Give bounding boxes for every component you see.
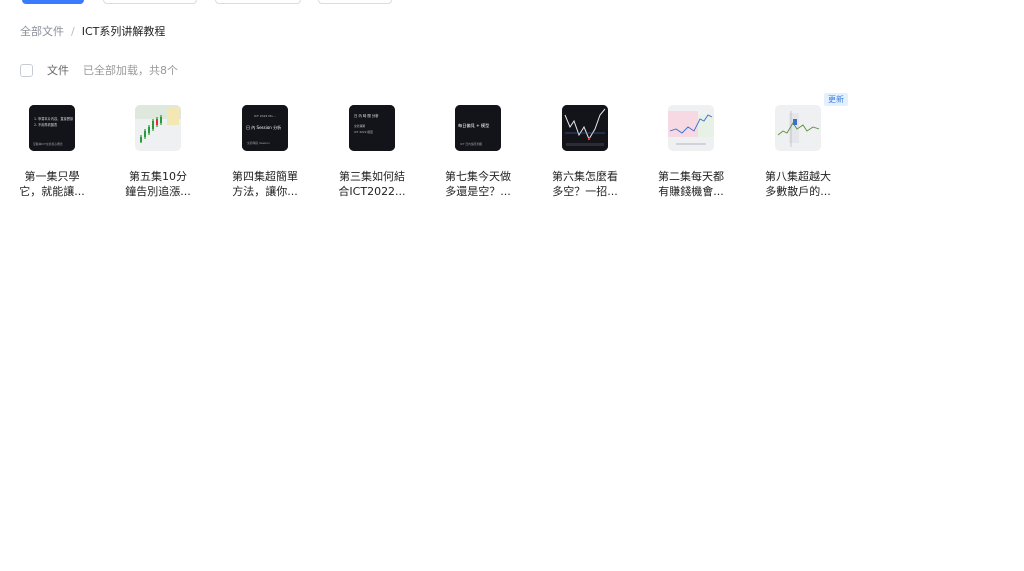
file-name: 第三集如何結 合ICT2022... [326,169,418,199]
file-name: 第八集超越大 多數散戶的... [752,169,844,199]
file-name-line: 有賺錢機會... [658,185,724,198]
file-name-line: 第二集每天都 [658,170,724,183]
thumb-text-line: ICT 2022 Mo… [254,114,276,118]
file-name-line: 它，就能讓... [19,185,85,198]
file-name: 第二集每天都 有賺錢機會... [645,169,737,199]
video-thumbnail [668,105,714,151]
thumb-text-line: 2. 不用再看圖表 [34,122,58,127]
file-name: 第一集只學 它，就能讓... [6,169,98,199]
list-header: 文件 已全部加载，共8个 [20,62,178,78]
video-thumbnail: 日 內 時 間 分析 交易策略 ICT 2022 模型 [349,105,395,151]
video-thumbnail [135,105,181,151]
breadcrumb-separator: / [71,24,75,38]
file-name-line: 第四集超簡單 [232,170,298,183]
thumb-text-line: 交易時段 Session [247,141,270,145]
file-name-line: 第一集只學 [24,170,80,183]
file-name: 第六集怎麼看 多空？一招... [539,169,631,199]
file-name-line: 鐘告別追漲... [125,185,191,198]
video-thumbnail: 每日偏見 + 模型 ICT 日內偏見判斷 [455,105,501,151]
file-name-line: 第八集超越大 [765,170,831,183]
thumb-text-line: 交易策略 [354,124,365,128]
video-thumbnail [775,105,821,151]
file-name-line: 多數散戶的... [765,185,831,198]
file-browser-page: 全部文件 / ICT系列讲解教程 文件 已全部加载，共8个 1. 學習本片內容，… [0,0,1024,571]
select-all-checkbox[interactable] [20,63,33,77]
breadcrumb-root-link[interactable]: 全部文件 [20,23,64,39]
file-item[interactable]: ICT 2022 Mo… 日 內 Session 分析 交易時段 Session… [215,93,315,208]
file-name: 第五集10分 鐘告別追漲... [112,169,204,199]
file-name-line: 合ICT2022... [338,185,406,198]
file-item[interactable]: 每日偏見 + 模型 ICT 日內偏見判斷 第七集今天做 多還是空？... [428,93,528,208]
video-thumbnail: 1. 學習本片內容，直接實操 2. 不用再看圖表 掌握本ICT交易核心概念 [29,105,75,151]
file-name: 第七集今天做 多還是空？... [432,169,524,199]
thumb-text-line: 掌握本ICT交易核心概念 [33,142,63,146]
breadcrumb-current-folder: ICT系列讲解教程 [81,25,166,38]
load-status-text: 已全部加载，共8个 [83,64,178,77]
file-grid: 1. 學習本片內容，直接實操 2. 不用再看圖表 掌握本ICT交易核心概念 第一… [0,93,1024,213]
file-name: 第四集超簡單 方法，讓你... [219,169,311,199]
thumb-text-line: 日 內 Session 分析 [246,124,281,130]
column-file-label: 文件 [47,64,69,77]
file-item[interactable]: 日 內 時 間 分析 交易策略 ICT 2022 模型 第三集如何結 合ICT2… [322,93,422,208]
thumb-text-line: 1. 學習本片內容，直接實操 [34,116,74,121]
thumb-text-line: ICT 日內偏見判斷 [460,142,482,146]
thumb-text-line: 日 內 時 間 分析 [354,113,379,118]
file-name-line: 多空？一招... [552,185,618,198]
file-name-line: 第五集10分 [129,170,187,183]
file-item[interactable]: 更新 第八集超越大 多數散戶的... [748,93,848,208]
top-tab-3[interactable] [215,0,301,4]
top-tab-active[interactable] [22,0,84,4]
video-thumbnail: ICT 2022 Mo… 日 內 Session 分析 交易時段 Session [242,105,288,151]
top-tab-strip [0,0,1024,4]
file-name-line: 第七集今天做 [445,170,511,183]
file-item[interactable]: 第五集10分 鐘告別追漲... [108,93,208,208]
thumb-text-line: ICT 2022 模型 [354,130,373,134]
breadcrumb: 全部文件 / ICT系列讲解教程 [20,23,165,39]
file-item[interactable]: 1. 學習本片內容，直接實操 2. 不用再看圖表 掌握本ICT交易核心概念 第一… [2,93,102,208]
file-item[interactable]: 第六集怎麼看 多空？一招... [535,93,635,208]
update-badge: 更新 [824,93,848,106]
file-item[interactable]: 第二集每天都 有賺錢機會... [641,93,741,208]
top-tab-4[interactable] [318,0,392,4]
file-name-line: 第六集怎麼看 [552,170,618,183]
thumb-text-line: 每日偏見 + 模型 [458,122,489,129]
top-tab-2[interactable] [103,0,197,4]
file-name-line: 多還是空？... [445,185,511,198]
file-name-line: 第三集如何結 [339,170,405,183]
video-thumbnail [562,105,608,151]
file-name-line: 方法，讓你... [232,185,298,198]
